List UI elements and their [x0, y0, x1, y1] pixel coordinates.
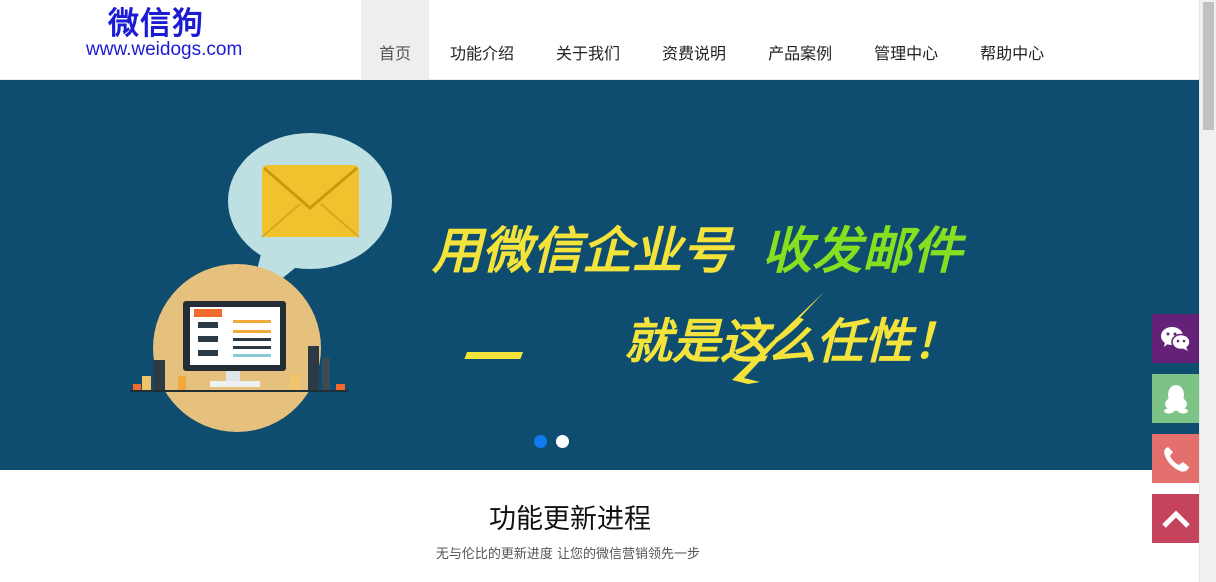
nav-item-pricing[interactable]: 资费说明	[641, 0, 747, 80]
banner-headline-part2: 收发邮件	[762, 222, 967, 280]
banner-headline-part1: 用微信企业号	[431, 222, 736, 280]
qq-button[interactable]	[1152, 374, 1199, 423]
section-title: 功能更新进程	[489, 504, 651, 535]
nav-item-admin[interactable]: 管理中心	[853, 0, 959, 80]
logo-url[interactable]: www.weidogs.com	[86, 38, 242, 62]
site-header: 微信狗 www.weidogs.com 首页 功能介绍 关于我们 资费说明 产品…	[0, 0, 1199, 80]
banner-subline: 就是这么任性！	[624, 314, 960, 370]
banner-illustration: 用微信企业号 收发邮件 就是这么任性！	[130, 133, 967, 432]
wechat-button[interactable]	[1152, 314, 1199, 363]
back-to-top-icon	[1161, 509, 1190, 528]
slider-dot-1[interactable]	[534, 435, 547, 448]
nav-item-about[interactable]: 关于我们	[535, 0, 641, 80]
wechat-icon	[1160, 326, 1191, 351]
main-nav: 首页 功能介绍 关于我们 资费说明 产品案例 管理中心 帮助中心	[361, 0, 1065, 80]
nav-item-help[interactable]: 帮助中心	[959, 0, 1065, 80]
banner-slider[interactable]: 用微信企业号 收发邮件 就是这么任性！	[0, 80, 1199, 470]
phone-icon	[1163, 446, 1189, 472]
page-scrollbar[interactable]	[1199, 0, 1216, 582]
nav-item-home[interactable]: 首页	[361, 0, 430, 80]
phone-button[interactable]	[1152, 434, 1199, 483]
page: 微信狗 www.weidogs.com 首页 功能介绍 关于我们 资费说明 产品…	[0, 0, 1216, 582]
nav-item-features[interactable]: 功能介绍	[429, 0, 535, 80]
nav-item-cases[interactable]: 产品案例	[747, 0, 853, 80]
scrollbar-thumb[interactable]	[1203, 2, 1214, 130]
back-to-top-button[interactable]	[1152, 494, 1199, 543]
slider-dot-2[interactable]	[556, 435, 569, 448]
envelope-icon	[261, 165, 360, 238]
section-subtitle: 无与伦比的更新进度 让您的微信营销领先一步	[435, 547, 701, 562]
qq-icon	[1163, 384, 1188, 413]
